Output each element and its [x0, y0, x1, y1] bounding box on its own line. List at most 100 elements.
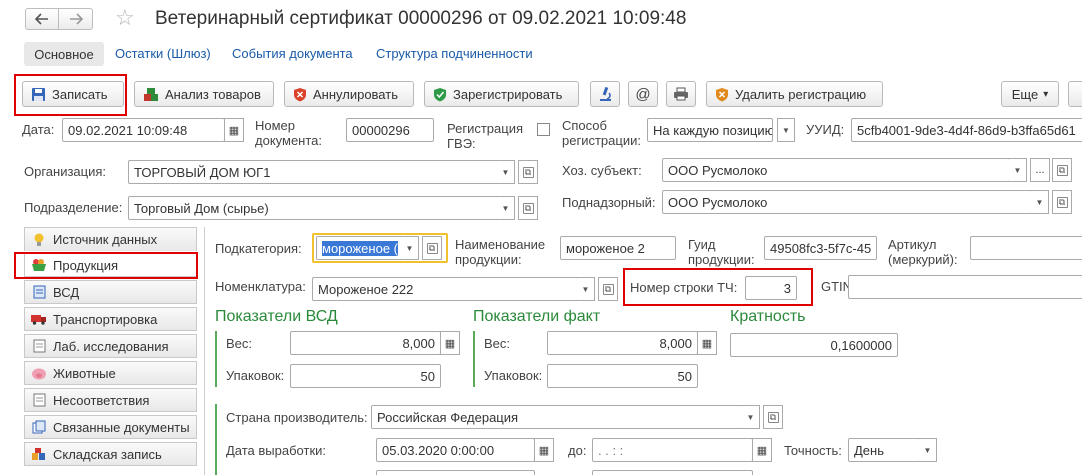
country-open-button[interactable]: ⧉ — [763, 405, 783, 429]
calculator-icon: ▦ — [701, 337, 713, 350]
linked-docs-icon — [31, 420, 47, 434]
help-button[interactable] — [1068, 81, 1082, 107]
method-select[interactable]: На каждую позицию — [647, 118, 773, 142]
vsd-weight-label: Вес: — [226, 336, 253, 351]
more-button[interactable]: Еще ▾ — [1001, 81, 1059, 107]
production-date-calendar-button[interactable]: ▦ — [534, 438, 554, 462]
tab-data-source[interactable]: Источник данных — [24, 227, 197, 251]
subcategory-open-button[interactable]: ⧉ — [422, 236, 442, 260]
vsd-packs-input[interactable]: 50 — [290, 364, 441, 388]
date-to-calendar-button[interactable]: ▦ — [752, 438, 772, 462]
gve-checkbox[interactable] — [537, 123, 550, 136]
nav-tab-structure[interactable]: Структура подчиненности — [376, 46, 533, 61]
country-dropdown-button[interactable]: ▼ — [742, 405, 760, 429]
tab-products-label: Продукция — [53, 257, 119, 273]
hoz-select-button[interactable]: ... — [1030, 158, 1050, 182]
subcategory-label: Подкатегория: — [215, 241, 302, 256]
tab-nonconformities[interactable]: Несоответствия — [24, 388, 197, 412]
register-button[interactable]: Зарегистрировать — [424, 81, 579, 107]
hoz-input[interactable]: ООО Русмолоко — [662, 158, 1010, 182]
multiplicity-input[interactable]: 0,1600000 — [730, 333, 898, 357]
email-button[interactable]: @ — [628, 81, 658, 107]
microscope-button[interactable] — [590, 81, 620, 107]
method-dropdown-button[interactable]: ▼ — [777, 118, 795, 142]
delete-registration-button[interactable]: Удалить регистрацию — [706, 81, 883, 107]
product-name-label: Наименование продукции: — [455, 237, 545, 267]
nadzor-dropdown-button[interactable]: ▼ — [1031, 190, 1049, 214]
country-input[interactable]: Российская Федерация — [371, 405, 743, 429]
nav-tab-stock[interactable]: Остатки (Шлюз) — [115, 46, 211, 61]
subcategory-input[interactable]: мороженое ( — [316, 236, 402, 260]
uuid-input[interactable]: 5cfb4001-9de3-4d4f-86d9-b3ffa65d61 — [851, 118, 1082, 142]
delete-registration-label: Удалить регистрацию — [735, 86, 867, 102]
gtin-input[interactable] — [848, 275, 1082, 299]
analyze-goods-button[interactable]: Анализ товаров — [134, 81, 274, 107]
vsd-weight-calc-button[interactable]: ▦ — [440, 331, 460, 355]
fact-weight-calc-button[interactable]: ▦ — [697, 331, 717, 355]
org-open-button[interactable]: ⧉ — [518, 160, 538, 184]
print-button[interactable] — [666, 81, 696, 107]
tab-animals[interactable]: Животные — [24, 361, 197, 385]
production-date-input[interactable]: 05.03.2020 0:00:00 — [376, 438, 535, 462]
nomenclature-input[interactable]: Мороженое 222 — [312, 277, 578, 301]
multiplicity-title: Кратность — [730, 308, 806, 325]
docnum-input[interactable]: 00000296 — [346, 118, 434, 142]
arrow-left-icon — [35, 13, 48, 25]
nomenclature-open-button[interactable]: ⧉ — [598, 277, 618, 301]
org-label: Организация: — [24, 164, 107, 179]
accuracy-select[interactable]: День — [848, 438, 920, 462]
save-button[interactable]: Записать — [22, 81, 124, 107]
tab-linked-docs[interactable]: Связанные документы — [24, 415, 197, 439]
partial-input-1[interactable] — [376, 470, 535, 475]
accuracy-dropdown-button[interactable]: ▼ — [919, 438, 937, 462]
hoz-label: Хоз. субъект: — [562, 163, 642, 178]
subdivision-open-button[interactable]: ⧉ — [518, 196, 538, 220]
basket-icon — [31, 258, 47, 272]
printer-icon — [674, 87, 688, 101]
product-name-label-line2: продукции: — [455, 252, 522, 267]
article-input[interactable] — [970, 236, 1082, 260]
tab-lab[interactable]: Лаб. исследования — [24, 334, 197, 358]
nav-tab-events[interactable]: События документа — [232, 46, 353, 61]
tab-linked-docs-label: Связанные документы — [53, 419, 190, 435]
nadzor-label: Поднадзорный: — [562, 195, 656, 210]
back-button[interactable] — [25, 8, 59, 30]
subcategory-value: мороженое ( — [322, 240, 398, 256]
fact-packs-input[interactable]: 50 — [547, 364, 698, 388]
tab-transport[interactable]: Транспортировка — [24, 307, 197, 331]
tab-vsd[interactable]: ВСД — [24, 280, 197, 304]
article-label-line1: Артикул — [888, 237, 937, 252]
product-name-input[interactable]: мороженое 2 — [560, 236, 676, 260]
nadzor-open-button[interactable]: ⧉ — [1052, 190, 1072, 214]
date-calendar-button[interactable]: ▦ — [224, 118, 244, 142]
date-to-input[interactable]: . . : : — [592, 438, 753, 462]
open-form-icon: ⧉ — [1056, 196, 1068, 208]
shield-orange-icon — [715, 87, 729, 102]
date-to-label: до: — [568, 443, 587, 458]
hoz-dropdown-button[interactable]: ▼ — [1009, 158, 1027, 182]
subcategory-dropdown-button[interactable]: ▼ — [401, 236, 419, 260]
favorite-star-icon[interactable]: ☆ — [115, 6, 135, 30]
hoz-open-button[interactable]: ⧉ — [1052, 158, 1072, 182]
subdivision-dropdown-button[interactable]: ▼ — [497, 196, 515, 220]
tab-warehouse[interactable]: Складская запись — [24, 442, 197, 466]
nav-tab-main[interactable]: Основное — [24, 42, 104, 66]
product-guid-input[interactable]: 49508fc3-5f7c-45 — [764, 236, 877, 260]
shield-green-icon — [433, 87, 447, 102]
nomenclature-dropdown-button[interactable]: ▼ — [577, 277, 595, 301]
tab-products[interactable]: Продукция — [24, 253, 197, 277]
org-input[interactable]: ТОРГОВЫЙ ДОМ ЮГ1 — [128, 160, 498, 184]
date-input[interactable]: 09.02.2021 10:09:48 — [62, 118, 225, 142]
org-dropdown-button[interactable]: ▼ — [497, 160, 515, 184]
fact-weight-input[interactable]: 8,000 — [547, 331, 698, 355]
window-title: Ветеринарный сертификат 00000296 от 09.0… — [155, 8, 687, 29]
fact-indicators-bar — [473, 331, 475, 387]
product-guid-label-line2: продукции: — [688, 252, 755, 267]
vsd-weight-input[interactable]: 8,000 — [290, 331, 441, 355]
partial-input-2[interactable] — [592, 470, 753, 475]
row-number-input[interactable]: 3 — [745, 276, 797, 300]
annul-button[interactable]: Аннулировать — [284, 81, 414, 107]
subdivision-input[interactable]: Торговый Дом (сырье) — [128, 196, 498, 220]
nadzor-input[interactable]: ООО Русмолоко — [662, 190, 1032, 214]
forward-button[interactable] — [59, 8, 93, 30]
